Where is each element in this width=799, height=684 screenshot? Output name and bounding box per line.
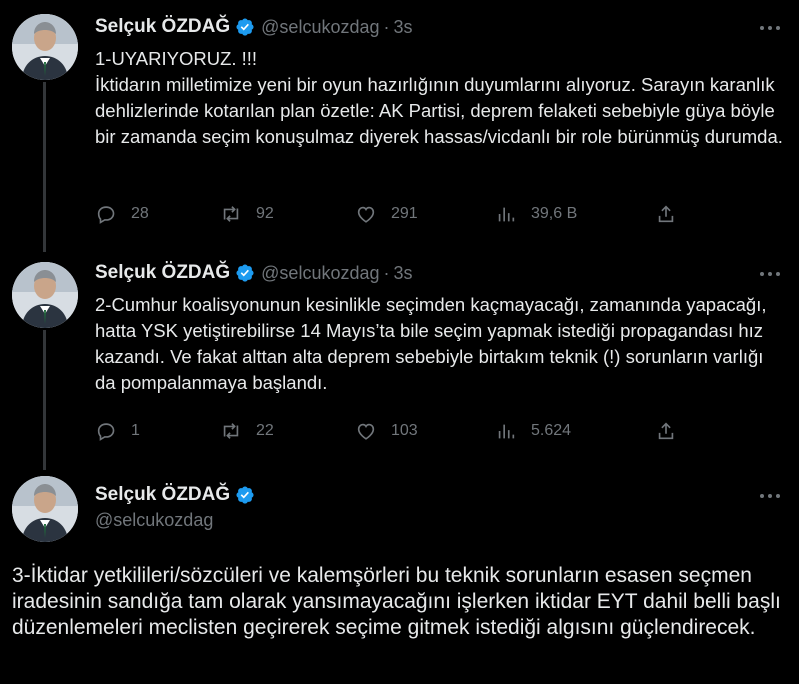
separator-dot: · bbox=[383, 16, 390, 37]
like-count: 103 bbox=[391, 422, 418, 439]
like-count: 291 bbox=[391, 205, 418, 222]
tweet-time[interactable]: 3s bbox=[394, 263, 413, 284]
share-button[interactable] bbox=[655, 418, 691, 444]
action-bar: 1 22 103 5.624 bbox=[95, 418, 695, 444]
verified-badge-icon bbox=[235, 485, 255, 505]
retweet-count: 92 bbox=[256, 205, 274, 222]
avatar[interactable] bbox=[12, 476, 78, 542]
avatar[interactable] bbox=[12, 262, 78, 328]
share-icon bbox=[655, 203, 677, 225]
reply-count: 28 bbox=[131, 205, 149, 222]
like-icon bbox=[355, 203, 377, 225]
share-icon bbox=[655, 420, 677, 442]
tweet-text: 3-İktidar yetkilileri/sözcüleri ve kalem… bbox=[12, 564, 781, 639]
retweet-icon bbox=[220, 203, 242, 225]
views-icon bbox=[495, 420, 517, 442]
retweet-count: 22 bbox=[256, 422, 274, 439]
author-name[interactable]: Selçuk ÖZDAĞ bbox=[95, 484, 230, 506]
views-button[interactable]: 39,6 B bbox=[495, 201, 577, 227]
reply-button[interactable]: 28 bbox=[95, 201, 149, 227]
retweet-button[interactable]: 22 bbox=[220, 418, 274, 444]
action-bar: 28 92 291 39,6 B bbox=[95, 201, 695, 227]
verified-badge-icon bbox=[235, 17, 255, 37]
tweet-text: 1-UYARIYORUZ. !!! İktidarın milletimize … bbox=[95, 48, 783, 147]
author-name[interactable]: Selçuk ÖZDAĞ bbox=[95, 16, 230, 38]
like-button[interactable]: 291 bbox=[355, 201, 418, 227]
reply-icon bbox=[95, 420, 117, 442]
reply-button[interactable]: 1 bbox=[95, 418, 140, 444]
more-icon[interactable] bbox=[759, 270, 781, 278]
author-handle[interactable]: @selcukozdag bbox=[261, 17, 379, 38]
tweet-header: Selçuk ÖZDAĞ bbox=[95, 482, 255, 508]
author-name[interactable]: Selçuk ÖZDAĞ bbox=[95, 262, 230, 284]
tweet-header: Selçuk ÖZDAĞ @selcukozdag · 3s bbox=[95, 14, 413, 40]
tweet-2[interactable]: Selçuk ÖZDAĞ @selcukozdag · 3s 2-Cumhur … bbox=[0, 248, 799, 458]
tweet-time[interactable]: 3s bbox=[394, 17, 413, 38]
reply-icon bbox=[95, 203, 117, 225]
tweet-text: 2-Cumhur koalisyonunun kesinlikle seçimd… bbox=[95, 294, 767, 393]
author-handle[interactable]: @selcukozdag bbox=[95, 510, 213, 531]
more-icon[interactable] bbox=[759, 492, 781, 500]
reply-count: 1 bbox=[131, 422, 140, 439]
share-button[interactable] bbox=[655, 201, 691, 227]
tweet-1[interactable]: Selçuk ÖZDAĞ @selcukozdag · 3s 1-UYARIYO… bbox=[0, 0, 799, 240]
retweet-button[interactable]: 92 bbox=[220, 201, 274, 227]
avatar[interactable] bbox=[12, 14, 78, 80]
more-icon[interactable] bbox=[759, 24, 781, 32]
views-button[interactable]: 5.624 bbox=[495, 418, 571, 444]
retweet-icon bbox=[220, 420, 242, 442]
views-icon bbox=[495, 203, 517, 225]
like-button[interactable]: 103 bbox=[355, 418, 418, 444]
tweet-header: Selçuk ÖZDAĞ @selcukozdag · 3s bbox=[95, 260, 413, 286]
views-count: 5.624 bbox=[531, 422, 572, 439]
like-icon bbox=[355, 420, 377, 442]
verified-badge-icon bbox=[235, 263, 255, 283]
separator-dot: · bbox=[383, 262, 390, 283]
author-handle[interactable]: @selcukozdag bbox=[261, 263, 379, 284]
views-count: 39,6 B bbox=[531, 205, 578, 222]
